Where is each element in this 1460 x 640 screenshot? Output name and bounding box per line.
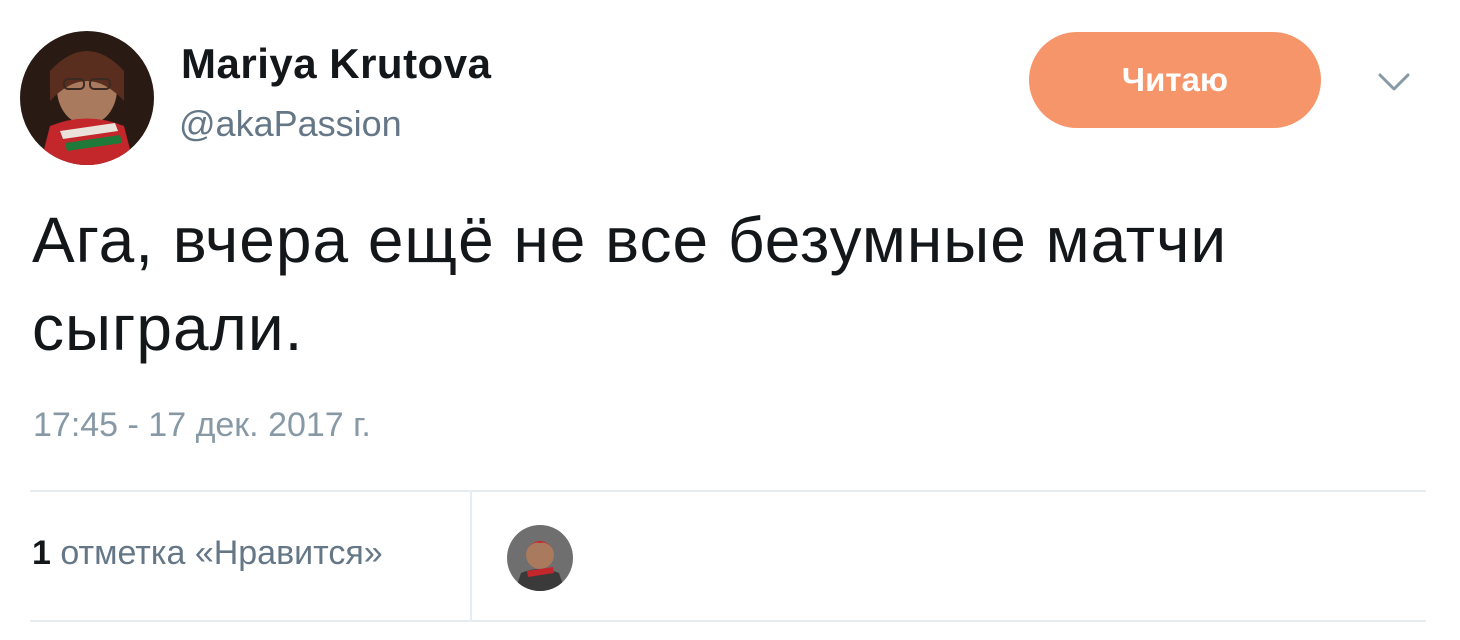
- chevron-down-icon[interactable]: [1374, 62, 1414, 102]
- likes-label: отметка «Нравится»: [60, 534, 383, 572]
- stats-divider-top: [30, 490, 1426, 492]
- profile-avatar[interactable]: [20, 31, 154, 165]
- likes-count: 1: [32, 534, 51, 572]
- likes-stat[interactable]: 1 отметка «Нравится»: [32, 534, 383, 573]
- following-button[interactable]: Читаю: [1029, 32, 1321, 128]
- stats-vertical-divider: [470, 492, 472, 620]
- stats-divider-bottom: [30, 620, 1426, 622]
- tweet-timestamp[interactable]: 17:45 - 17 дек. 2017 г.: [33, 406, 371, 445]
- display-name[interactable]: Mariya Krutova: [181, 40, 491, 88]
- tweet-text: Ага, вчера ещё не все безумные матчи сыг…: [32, 204, 1228, 364]
- liker-avatar[interactable]: [507, 525, 573, 591]
- user-handle[interactable]: @akaPassion: [179, 103, 402, 145]
- tweet-card: Mariya Krutova @akaPassion Читаю Ага, вч…: [0, 0, 1460, 640]
